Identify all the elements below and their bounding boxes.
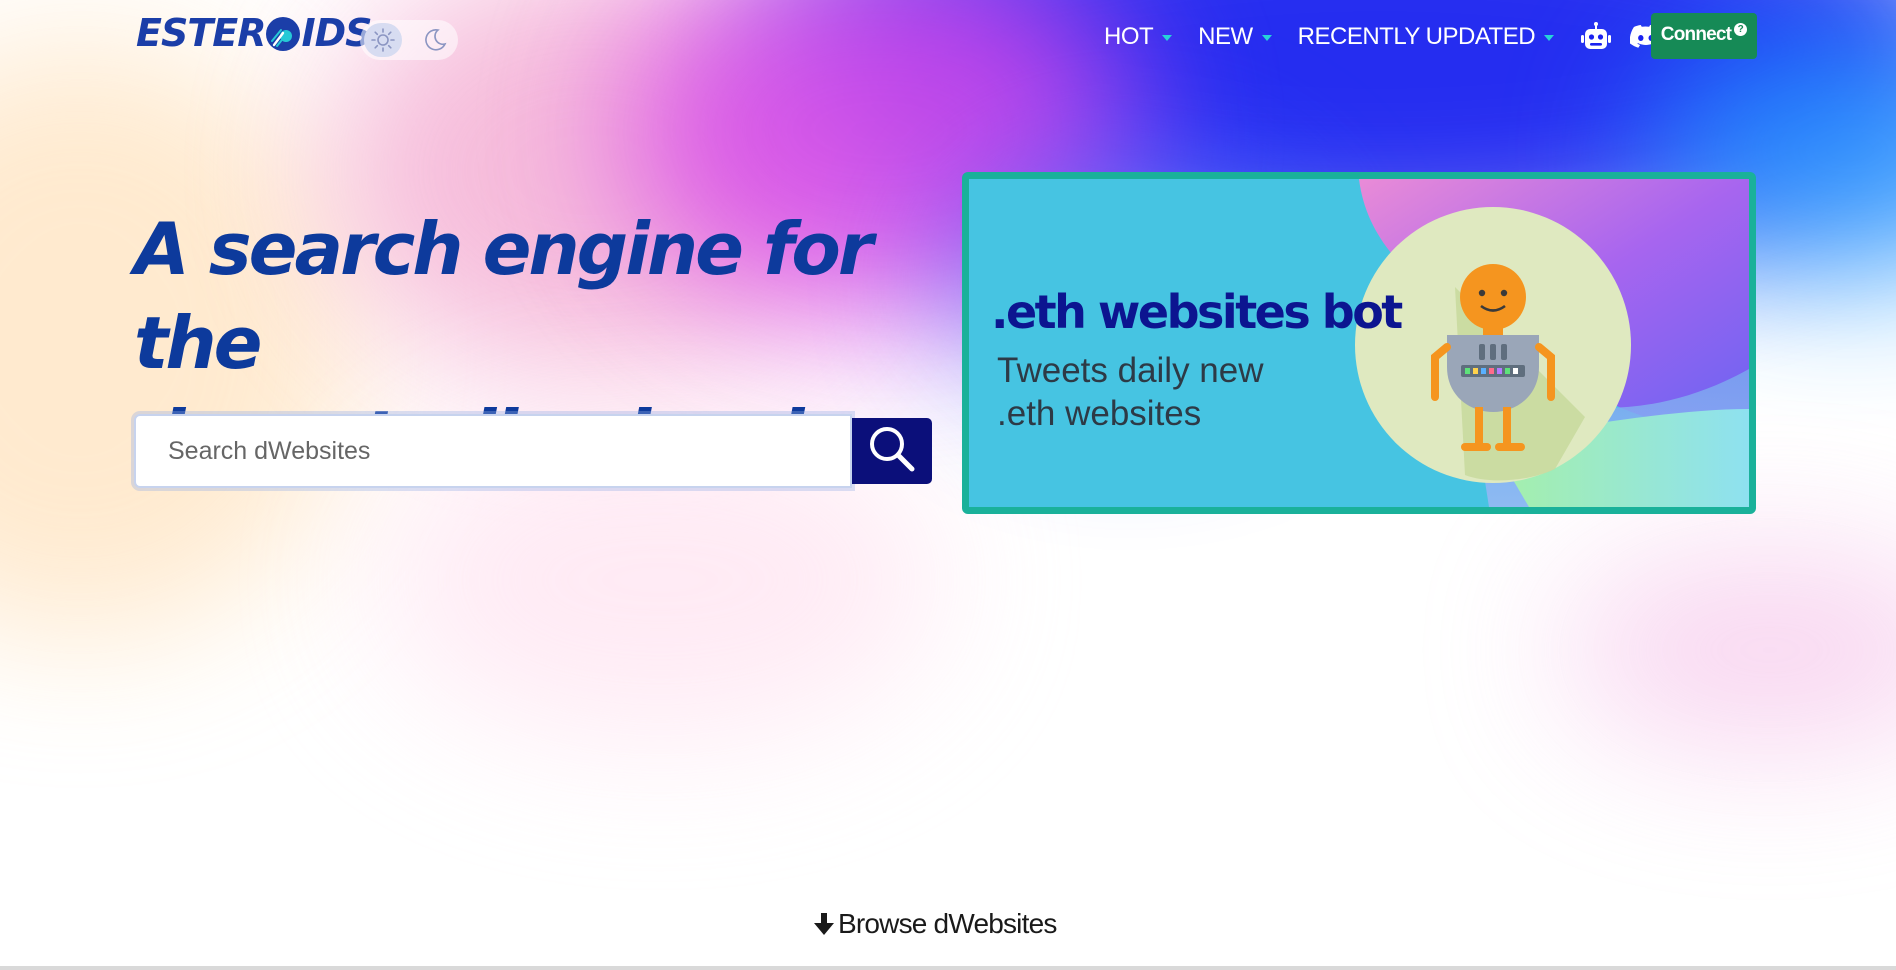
meteor-icon bbox=[266, 17, 301, 51]
logo-text-left: ESTER bbox=[136, 11, 266, 55]
connect-label: Connect bbox=[1660, 24, 1732, 45]
moon-icon[interactable] bbox=[416, 23, 454, 57]
browse-dwebsites-link[interactable]: Browse dWebsites bbox=[812, 906, 1057, 942]
search-input[interactable] bbox=[134, 414, 852, 488]
caret-down-icon bbox=[1162, 35, 1173, 41]
page-divider bbox=[0, 966, 1896, 970]
search-icon bbox=[865, 422, 919, 481]
help-icon: ? bbox=[1734, 22, 1748, 36]
sun-icon[interactable] bbox=[364, 23, 402, 57]
banner-title: .eth websites bot bbox=[991, 285, 1403, 339]
theme-toggle[interactable] bbox=[360, 20, 458, 60]
arrow-down-icon bbox=[812, 911, 836, 937]
esteroids-logo[interactable]: ESTER IDS bbox=[136, 10, 373, 56]
nav-hot[interactable]: HOT bbox=[1104, 23, 1173, 51]
nav-hot-label: HOT bbox=[1104, 23, 1154, 50]
nav-recently-updated-label: RECENTLY UPDATED bbox=[1297, 23, 1536, 50]
nav-recently-updated[interactable]: RECENTLY UPDATED bbox=[1297, 23, 1555, 51]
robot-illustration bbox=[1355, 207, 1631, 483]
browse-label: Browse dWebsites bbox=[838, 908, 1057, 939]
banner-subtitle-line1: Tweets daily new bbox=[997, 351, 1264, 390]
eth-bot-banner[interactable]: .eth websites bot Tweets daily new .eth … bbox=[962, 172, 1756, 514]
search-button[interactable] bbox=[852, 418, 932, 484]
connect-button[interactable]: Connect ? bbox=[1651, 13, 1757, 59]
nav-new[interactable]: NEW bbox=[1198, 23, 1272, 51]
hero-title-line1: A search engine for the bbox=[134, 207, 873, 385]
banner-subtitle-line2: .eth websites bbox=[997, 394, 1202, 433]
banner-subtitle: Tweets daily new .eth websites bbox=[997, 349, 1317, 435]
caret-down-icon bbox=[1261, 35, 1272, 41]
main-nav: HOT NEW RECENTLY UPDATED bbox=[1104, 16, 1712, 58]
caret-down-icon bbox=[1544, 35, 1555, 41]
nav-new-label: NEW bbox=[1198, 23, 1253, 50]
robot-icon[interactable] bbox=[1580, 22, 1612, 52]
